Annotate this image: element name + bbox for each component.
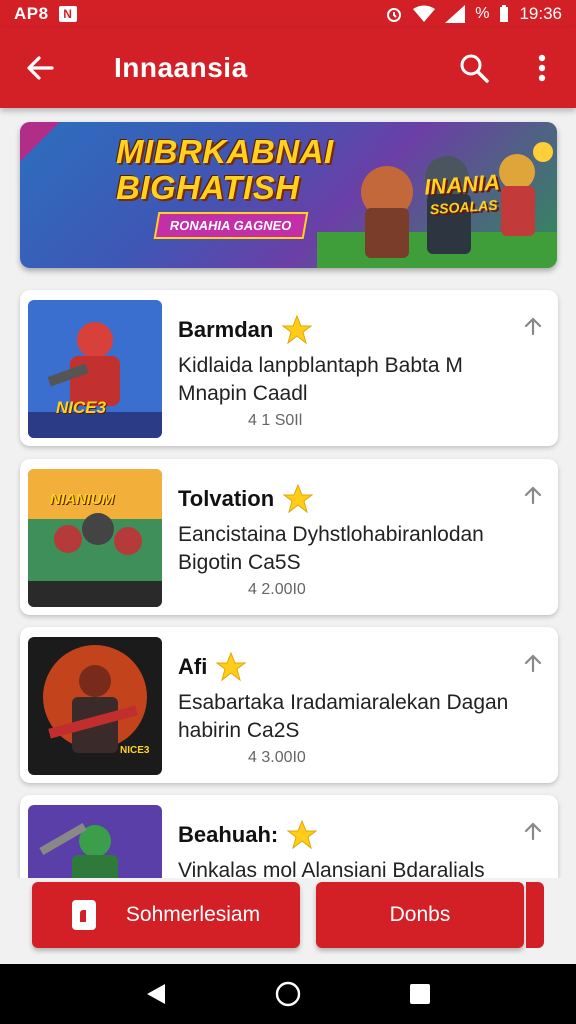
item-description: Eancistaina Dyhstlohabiranlodan Bigotin … (178, 521, 518, 577)
secondary-action-label: Donbs (389, 903, 451, 926)
item-title: Tolvation (178, 486, 275, 511)
share-icon[interactable] (520, 819, 546, 845)
notification-icon: N (58, 6, 77, 22)
list-item[interactable]: NIANIUM Tolvation Eancistaina Dyhstlohab… (20, 459, 558, 615)
star-icon (286, 819, 318, 850)
back-button[interactable] (0, 28, 80, 108)
share-icon[interactable] (520, 314, 546, 340)
banner-badge: INANIA SSOALAS (424, 169, 503, 220)
item-description-line1: Eancistaina Dyhstlohabiranlodan (178, 523, 484, 546)
alarm-icon (387, 8, 402, 22)
search-icon (460, 54, 489, 83)
nav-home-icon (275, 981, 301, 1007)
status-time: 19:36 (519, 4, 562, 23)
item-count: 4 1 S0Il (248, 412, 303, 429)
search-button[interactable] (440, 28, 508, 108)
page-title: Innaansia (114, 52, 248, 83)
app-bar: Innaansia (0, 28, 576, 108)
nav-recents-icon (410, 984, 430, 1004)
secondary-action-button[interactable]: Donbs (316, 882, 524, 948)
signal-icon (445, 5, 466, 23)
item-thumbnail: NICE3 (28, 300, 162, 438)
item-thumbnail: NIANIUM (28, 469, 162, 607)
banner-title-line1: MIBRKABNAI (116, 133, 334, 170)
button-edge (526, 882, 544, 948)
nav-back-icon (147, 984, 165, 1004)
item-title: Barmdan (178, 317, 274, 342)
arrow-left-icon (27, 56, 54, 80)
item-description-line1: Kidlaida lanpblantaph Babta M (178, 354, 463, 377)
list-item[interactable]: NICE3 Barmdan Kidlaida lanpblantaph Babt… (20, 290, 558, 446)
item-thumbnail: NICE3 (28, 637, 162, 775)
status-carrier: AP8 (14, 4, 49, 23)
item-count: 4 3.00I0 (248, 749, 306, 766)
item-title: Afi (178, 654, 208, 679)
item-description-line2: Mnapin Caadl (178, 382, 308, 405)
share-icon[interactable] (520, 651, 546, 677)
banner-title-line2: BIGHATISH (116, 169, 300, 206)
more-options-button[interactable] (508, 28, 576, 108)
nav-home-button[interactable] (258, 964, 318, 1024)
share-icon[interactable] (520, 483, 546, 509)
battery-percent: % (475, 5, 490, 22)
promo-banner[interactable]: MIBRKABNAI BIGHATISH RONAHIA GAGNEO INAN… (20, 122, 557, 268)
banner-subtitle: RONAHIA GAGNEO (153, 212, 308, 239)
wifi-icon (413, 5, 436, 22)
item-description: Esabartaka Iradamiaralekan Dagan habirin… (178, 689, 518, 745)
item-title: Beahuah: (178, 822, 279, 847)
item-description-line2: habirin Ca2S (178, 719, 300, 742)
list-item[interactable]: NICE3 Afi Esabartaka Iradamiaralekan Dag… (20, 627, 558, 783)
item-description-line2: Bigotin Ca5S (178, 551, 301, 574)
status-bar: AP8 N % 19:36 (0, 0, 576, 28)
item-description: Kidlaida lanpblantaph Babta M Mnapin Caa… (178, 352, 518, 408)
star-icon (215, 651, 247, 682)
item-thumbnail-text: NICE3 (56, 398, 107, 417)
primary-action-button[interactable]: Sohmerlesiam (32, 882, 300, 948)
item-thumbnail-text: NIANIUM (50, 491, 115, 508)
nav-back-button[interactable] (126, 964, 186, 1024)
item-description-line1: Esabartaka Iradamiaralekan Dagan (178, 691, 509, 714)
more-vert-icon (538, 54, 546, 82)
banner-title: MIBRKABNAI BIGHATISH RONAHIA GAGNEO (116, 134, 356, 239)
system-nav-bar (0, 964, 576, 1024)
star-icon (282, 483, 314, 514)
banner-corner-ribbon (20, 122, 60, 162)
battery-icon (500, 5, 509, 22)
star-icon (281, 314, 313, 345)
nav-recents-button[interactable] (390, 964, 450, 1024)
document-icon (71, 900, 96, 930)
item-count: 4 2.00I0 (248, 581, 306, 598)
primary-action-label: Sohmerlesiam (125, 903, 261, 926)
item-thumbnail-text: NICE3 (120, 745, 150, 756)
